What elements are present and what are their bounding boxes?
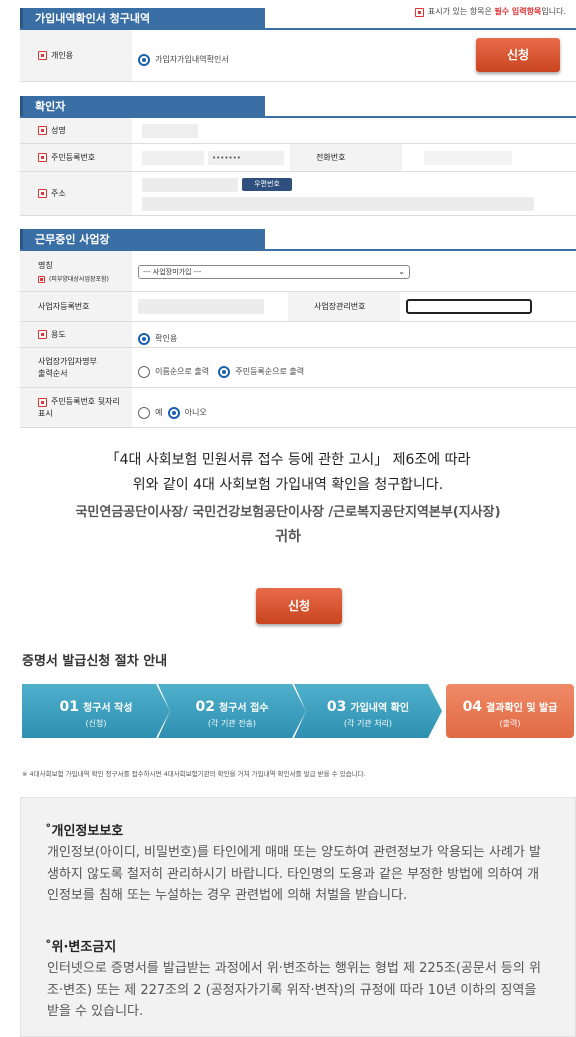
order-row: 사업장가입자명부 출력순서 이름순으로 출력 주민등록순으로 출력 <box>20 348 576 388</box>
chevron-down-icon: ⌄ <box>398 267 405 276</box>
phone-label: 전화번호 <box>290 144 402 171</box>
procedure-step-number: 02 <box>195 699 215 715</box>
address-label: ▪ 주소 <box>20 172 132 215</box>
addressee-text: 국민연금공단이사장/ 국민건강보험공단이사장 /근로복지공단지역본부(지사장) … <box>75 505 501 545</box>
mgmtno-label: 사업장관리번호 <box>288 292 400 321</box>
order-name-radio[interactable] <box>138 365 150 378</box>
phone-field[interactable] <box>424 151 512 165</box>
company-row: 명칭 ▪ (피부양대상사업장포함) --- 사업장미가입 --- ⌄ <box>20 251 576 292</box>
mgmtno-field[interactable] <box>406 299 532 314</box>
required-marker-icon: ▪ <box>38 397 47 407</box>
procedure-step-title: 청구서 접수 <box>219 703 269 714</box>
apply-button[interactable]: 신청 <box>476 38 560 72</box>
notice-text: 「4대 사회보험 민원서류 접수 등에 관한 고시」 제6조에 따라 위와 같이… <box>105 452 471 493</box>
procedure-step-number: 04 <box>462 699 483 715</box>
rrn-display-row: ▪ 주민등록번호 뒷자리 표시 예 아니오 <box>20 388 576 428</box>
name-label: ▪ 성명 <box>20 118 132 143</box>
order-rrn-radio[interactable] <box>218 365 231 378</box>
bizno-row: 사업자등록번호 사업장관리번호 <box>20 292 576 322</box>
procedure-step-title: 청구서 작성 <box>83 703 133 714</box>
info-box: ˚개인정보보호 개인정보(아이디, 비밀번호)를 타인에게 매매 또는 양도하여… <box>20 797 576 1037</box>
procedure-step-sub: (신청) <box>85 719 107 728</box>
address-zip-field[interactable] <box>142 178 238 192</box>
use-label: ▪ 용도 <box>20 322 132 347</box>
company-label: 명칭 ▪ (피부양대상사업장포함) <box>20 251 132 291</box>
required-marker-icon: ▪ <box>38 51 47 60</box>
procedure-step-sub: (각 기관 전송) <box>207 719 257 728</box>
procedure-step-sub: (각 기관 처리) <box>343 719 393 728</box>
procedure-title: 증명서 발급신청 절차 안내 <box>22 654 168 669</box>
use-radio[interactable] <box>138 332 150 345</box>
zipcode-button[interactable]: 우편번호 <box>242 178 292 191</box>
purpose-row: ▪ 개인용 가입자가입내역확인서 신청 <box>20 30 576 82</box>
required-note: ▪ 표시가 있는 항목은 필수 입력항목입니다. <box>414 6 566 17</box>
rrn-display-yes-radio[interactable] <box>138 406 150 419</box>
forgery-title: ˚위·변조금지 <box>45 940 117 955</box>
purpose-label: ▪ 개인용 <box>20 30 132 81</box>
privacy-body: 개인정보(아이디, 비밀번호)를 타인에게 매매 또는 양도하여 관련정보가 악… <box>47 845 541 903</box>
procedure-step-4: 04 결과확인 및 발급 (출력) <box>446 684 574 738</box>
privacy-title: ˚개인정보보호 <box>45 824 124 839</box>
bizno-field[interactable] <box>138 299 264 314</box>
company-select[interactable]: --- 사업장미가입 --- ⌄ <box>138 265 410 279</box>
name-row: ▪ 성명 <box>20 118 576 144</box>
required-marker-icon: ▪ <box>38 153 47 162</box>
procedure-step-3: 03 가입내역 확인 (각 기관 처리) <box>294 684 442 738</box>
procedure-step-number: 01 <box>59 699 79 715</box>
rrn-front-field[interactable] <box>142 151 204 165</box>
rrn-row: ▪ 주민등록번호 ••••••• 전화번호 <box>20 144 576 172</box>
use-row: ▪ 용도 확인용 <box>20 322 576 348</box>
required-marker-icon: ▪ <box>414 8 424 17</box>
required-marker-icon: ▪ <box>38 126 47 135</box>
required-marker-icon: ▪ <box>38 330 47 339</box>
procedure-step-title: 가입내역 확인 <box>350 703 410 714</box>
procedure-step-number: 03 <box>326 699 347 715</box>
order-label: 사업장가입자명부 출력순서 <box>20 348 132 387</box>
section-title-workplace: 근무중인 사업장 <box>20 229 265 251</box>
purpose-radio[interactable] <box>138 53 150 66</box>
rrn-display-no-radio[interactable] <box>167 406 180 419</box>
forgery-body: 인터넷으로 증명서를 발급받는 과정에서 위·변조하는 행위는 형법 제 225… <box>47 961 541 1019</box>
section-title-confirmer: 확인자 <box>20 96 265 118</box>
address-row: ▪ 주소 우편번호 <box>20 172 576 216</box>
procedure-step-1: 01 청구서 작성 (신청) <box>22 684 170 738</box>
address-detail-field[interactable] <box>142 197 534 211</box>
section-title-request: 가입내역확인서 청구내역 <box>20 8 265 30</box>
procedure-step-sub: (출력) <box>499 719 521 728</box>
bizno-label: 사업자등록번호 <box>20 292 132 321</box>
use-radio-group[interactable]: 확인용 <box>138 328 177 347</box>
required-marker-icon: ▪ <box>38 275 45 283</box>
procedure-footnote: ※ 4대사회보험 가입내역 확인 청구서를 접수하시면 4대사회보험기관의 확인… <box>22 770 366 778</box>
submit-button[interactable]: 신청 <box>256 588 342 624</box>
procedure-step-title: 결과확인 및 발급 <box>486 703 558 714</box>
rrn-display-label: ▪ 주민등록번호 뒷자리 표시 <box>20 388 132 427</box>
required-marker-icon: ▪ <box>38 189 47 198</box>
rrn-back-field[interactable]: ••••••• <box>208 151 284 165</box>
procedure-step-2: 02 청구서 접수 (각 기관 전송) <box>158 684 306 738</box>
order-radio-group[interactable]: 이름순으로 출력 주민등록순으로 출력 <box>138 361 304 380</box>
name-field[interactable] <box>142 124 198 138</box>
rrn-display-radio-group[interactable]: 예 아니오 <box>138 402 207 421</box>
rrn-label: ▪ 주민등록번호 <box>20 144 132 171</box>
purpose-radio-group[interactable]: 가입자가입내역확인서 <box>138 49 229 68</box>
